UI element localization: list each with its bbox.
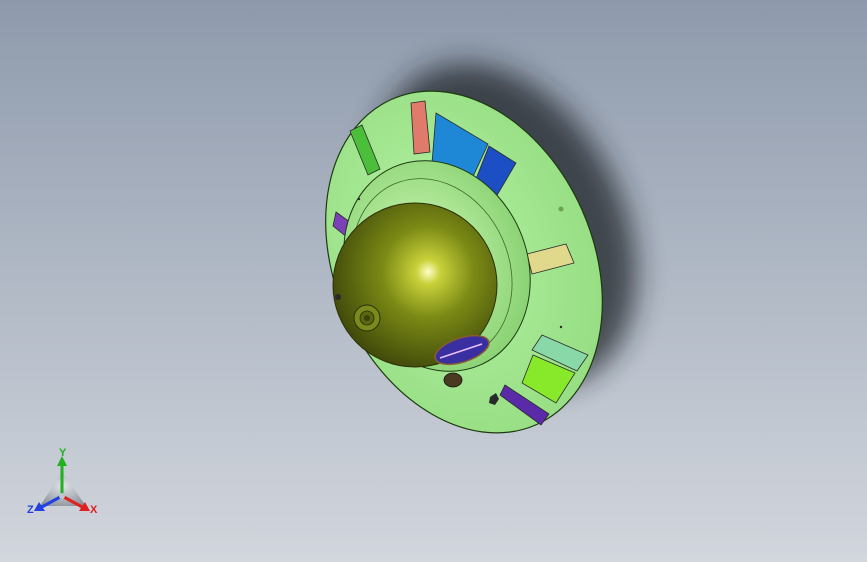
triad-x-label: X [90,504,98,516]
graphics-viewport[interactable]: Y X Z [0,0,867,562]
triad-z-label: Z [27,504,34,516]
view-triad[interactable]: Y X Z [22,448,106,522]
dome-port[interactable] [353,304,381,332]
3d-model[interactable] [0,0,867,562]
triad-y-label: Y [59,447,67,459]
